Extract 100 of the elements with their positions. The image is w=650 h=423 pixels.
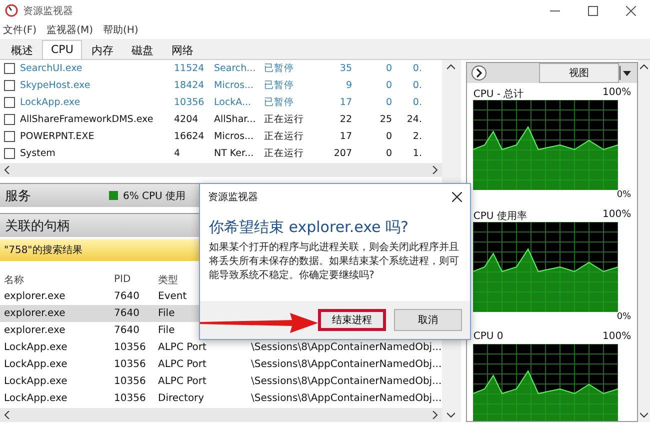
checkbox[interactable]	[4, 114, 15, 125]
scroll-down-icon	[640, 412, 648, 418]
table-cell-text: 1.	[412, 148, 422, 159]
tab[interactable]: CPU	[42, 40, 82, 59]
table-cell-text: SearchUI.exe	[20, 63, 84, 74]
table-cell-text: File	[158, 325, 176, 336]
table-cell-text: 已暂停	[264, 79, 295, 92]
scroll-up-icon	[640, 64, 648, 70]
table-cell-text: LockA...	[214, 97, 252, 108]
table-row[interactable]: LockApp.exe 10356 ALPC Port \Sessions\8\AppContainerNamedObj...	[0, 356, 442, 373]
table-cell-text: 11524	[174, 63, 206, 74]
menu-item[interactable]: 文件(F)	[3, 23, 37, 37]
table-cell-text: 10356	[174, 97, 206, 108]
table-cell-text: Micros...	[214, 131, 255, 142]
table-cell-text: 22	[338, 114, 352, 125]
cpu-usage-label: 6% CPU 使用	[123, 190, 186, 202]
table-cell-text: LockApp.exe	[4, 359, 68, 370]
table-cell-text: 0.	[412, 63, 422, 74]
dialog-title: 资源监视器	[208, 190, 258, 204]
table-cell: \Sessions\8\AppContainerNamedObj...	[251, 376, 441, 387]
table-cell: \Sessions\8\AppContainerNamedObj...	[251, 342, 441, 353]
gauge-icon	[5, 4, 18, 17]
table-cell-text: 10356	[114, 359, 147, 370]
table-cell-text: 24.	[406, 114, 422, 125]
table-cell-text: Directory	[158, 393, 206, 404]
checkbox[interactable]	[4, 80, 15, 91]
table-cell-text: Event	[158, 291, 188, 302]
dialog-heading: 你希望结束 explorer.exe 吗?	[208, 217, 410, 238]
graph-title: CPU 使用率	[473, 210, 527, 222]
table-cell-text: File	[158, 308, 176, 319]
checkbox[interactable]	[4, 148, 15, 159]
table-cell-text: 10356	[114, 342, 147, 353]
dialog-message: 如果某个打开的程序与此进程关联，则会关闭此程序并且将丢失所有未保存的数据。如果结束某个系统进程，则可能导致系统不稳定。你确定要继续吗?	[208, 241, 460, 283]
table-cell-text: 0	[384, 80, 392, 91]
window-title: 资源监视器	[23, 4, 73, 18]
dialog-button[interactable]: 结束进程	[318, 309, 386, 331]
table-cell-text: 7640	[114, 308, 140, 319]
tab[interactable]: 概述	[2, 40, 42, 59]
table-cell-text: LockApp.exe	[20, 97, 82, 108]
table-row[interactable]: LockApp.exe 10356 ALPC Port \Sessions\8\AppContainerNamedObj...	[0, 339, 442, 356]
arrow-icon	[200, 313, 318, 333]
table-cell: \Sessions\8\AppContainerNamedObj...	[251, 393, 441, 404]
tab[interactable]: 网络	[162, 40, 202, 59]
table-cell-text: 10356	[114, 393, 147, 404]
table-cell-text: 正在运行	[264, 113, 305, 126]
graph-max-label: 100%	[602, 331, 632, 344]
graph-max-label: 100%	[602, 209, 632, 222]
table-row[interactable]: LockApp.exe 10356 ALPC Port \Sessions\8\AppContainerNamedObj...	[0, 373, 442, 390]
table-cell-text: Micros...	[214, 80, 255, 91]
table-cell-text: 4204	[174, 114, 200, 125]
table-cell-text: 已暂停	[264, 96, 295, 109]
close-icon	[626, 6, 636, 16]
table-cell-text: 9	[344, 80, 352, 91]
tab[interactable]: 内存	[82, 40, 122, 59]
table-cell-text: 17	[338, 131, 352, 142]
table-cell-text: POWERPNT.EXE	[20, 131, 96, 142]
table-cell-text: 正在运行	[264, 147, 305, 160]
tab[interactable]: 磁盘	[122, 40, 162, 59]
table-cell-text: System	[20, 148, 56, 159]
table-cell-text: AllShareFrameworkDMS.exe	[20, 114, 154, 125]
table-cell-text: 4	[174, 148, 182, 159]
scroll-right-icon	[432, 411, 438, 419]
table-cell-text: Search...	[214, 63, 257, 74]
checkbox[interactable]	[4, 131, 15, 142]
menu-item[interactable]: 帮助(H)	[103, 23, 138, 37]
graph-title: CPU - 总计	[473, 88, 524, 100]
checkbox[interactable]	[4, 63, 15, 74]
table-cell-text: ALPC Port	[158, 359, 208, 370]
table-cell-text: 0	[384, 148, 392, 159]
menu-item[interactable]: 监视器(M)	[46, 23, 93, 37]
checkbox[interactable]	[4, 97, 15, 108]
view-button[interactable]: 视图	[539, 63, 620, 83]
table-cell-text: SkypeHost.exe	[20, 80, 92, 91]
close-icon	[452, 192, 462, 202]
table-cell-text: LockApp.exe	[4, 393, 68, 404]
table-cell-text: 已暂停	[264, 62, 295, 75]
table-cell-text: 0	[384, 131, 392, 142]
table-cell-text: 18424	[174, 80, 206, 91]
scroll-left-icon	[4, 166, 10, 174]
table-cell-text: LockApp.exe	[4, 376, 68, 387]
table-cell-text: 0	[384, 97, 392, 108]
table-cell-text: 0.	[412, 80, 422, 91]
table-cell-text: AllShar...	[214, 114, 257, 125]
table-cell-text: 16624	[174, 131, 206, 142]
table-cell-text: ALPC Port	[158, 342, 208, 353]
column-header[interactable]: PID	[114, 274, 158, 285]
table-cell-text: ALPC Port	[158, 376, 208, 387]
table-cell-text: NT Ker...	[214, 148, 255, 159]
dialog-button[interactable]: 取消	[394, 309, 462, 331]
table-cell-text: 207	[332, 148, 352, 159]
table-cell-text: explorer.exe	[4, 291, 66, 302]
scroll-down-icon	[447, 412, 456, 418]
table-cell-text: 10356	[114, 376, 147, 387]
table-cell-text: 7640	[114, 291, 140, 302]
table-cell-text: 正在运行	[264, 130, 305, 143]
column-header[interactable]: 名称	[4, 272, 114, 286]
table-cell-text: 0.	[412, 97, 422, 108]
table-cell-text: 35	[338, 63, 352, 74]
table-cell-text: 7640	[114, 325, 140, 336]
table-row[interactable]: LockApp.exe 10356 Directory \Sessions\8\AppContainerNamedObj...	[0, 390, 442, 407]
